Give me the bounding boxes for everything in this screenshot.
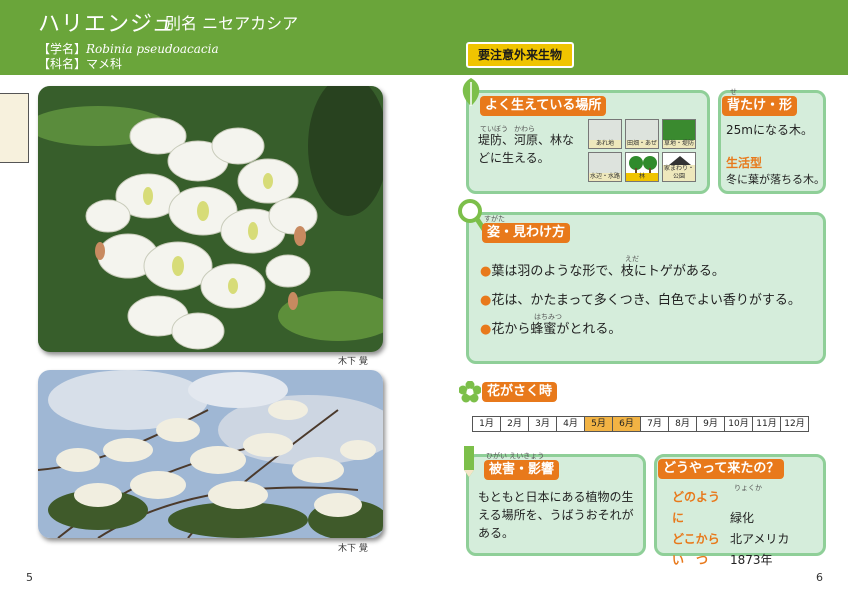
origin-row-when: い つ 1873年 <box>672 550 789 571</box>
species-alias: 別名 ニセアカシア <box>165 14 299 33</box>
wasteland-icon: あれ地 <box>588 119 622 149</box>
tree-blossoms-image <box>38 370 383 538</box>
month-7: 7月 <box>640 416 669 432</box>
forest-icon: 林 <box>625 152 659 182</box>
grassland-label: 草地・堤防 <box>663 140 695 148</box>
month-9: 9月 <box>696 416 725 432</box>
month-1: 1月 <box>472 416 501 432</box>
month-11: 11月 <box>752 416 781 432</box>
origin-key-when: い つ <box>672 553 709 567</box>
month-10: 10月 <box>724 416 753 432</box>
house-label: 家まわり・公園 <box>663 165 695 181</box>
habitat-text: 堤防、河原、林などに生える。 <box>478 133 575 165</box>
flowers-closeup-image <box>38 86 383 352</box>
size-title: 背たけ・形 <box>722 96 798 116</box>
appearance-bullet-3: ●花から蜂蜜がとれる。 <box>480 318 621 337</box>
warning-badge: 要注意外来生物 <box>466 42 574 68</box>
origin-value-where: 北アメリカ <box>730 532 790 546</box>
origin-title: どうやって来たの？ <box>658 459 785 479</box>
waterside-label: 水辺・水路 <box>589 173 621 181</box>
month-6: 6月 <box>612 416 641 432</box>
damage-title: 被害・影響 <box>484 460 560 480</box>
appearance-bullet-1: ●葉は羽のような形で、枝にトゲがある。 <box>480 260 725 279</box>
origin-row-how: どのように 緑化 <box>672 487 789 529</box>
bullet-dot: ● <box>480 322 492 337</box>
origin-key-how: どのように <box>672 490 721 525</box>
bullet-dot: ● <box>480 264 492 279</box>
species-title: ハリエンジュ <box>38 12 175 37</box>
origin-row-where: どこから 北アメリカ <box>672 529 789 550</box>
month-2: 2月 <box>500 416 529 432</box>
month-5: 5月 <box>584 416 613 432</box>
flowering-title: 花がさく時 <box>482 382 558 402</box>
waterside-icon: 水辺・水路 <box>588 152 622 182</box>
scientific-label: 【学名】 <box>38 42 87 56</box>
tree-icon <box>629 156 657 174</box>
scientific-name: Robinia pseudoacacia <box>86 42 219 56</box>
bullet-text-1: 葉は羽のような形で、枝にトゲがある。 <box>491 264 725 279</box>
appearance-bullet-2: ●花は、かたまって多くつき、白色でよい香りがする。 <box>480 289 801 308</box>
bullet-text-3: 花から蜂蜜がとれる。 <box>491 322 622 337</box>
month-12: 12月 <box>780 416 809 432</box>
field-label: 田畑・あぜ <box>626 140 658 148</box>
appearance-title: 姿・見わけ方 <box>482 223 571 243</box>
photo-credit-1: 木下 覺 <box>338 357 368 367</box>
month-3: 3月 <box>528 416 557 432</box>
month-bar: 1月 2月 3月 4月 5月 6月 7月 8月 9月 10月 11月 12月 <box>472 416 809 432</box>
photo-tree-blossoms <box>38 370 383 538</box>
habitat-title: よく生えている場所 <box>480 96 607 116</box>
origin-value-how: 緑化 <box>730 511 755 525</box>
side-tab <box>0 93 29 163</box>
bullet-text-2: 花は、かたまって多くつき、白色でよい香りがする。 <box>491 293 801 308</box>
lifeform-text: 冬に葉が落ちる木。 <box>726 173 825 186</box>
bullet-dot: ● <box>480 293 492 308</box>
family-name: マメ科 <box>86 57 123 71</box>
flower-icon <box>459 381 481 403</box>
photo-credit-2: 木下 覺 <box>338 544 368 554</box>
page-number-left: 5 <box>26 571 33 584</box>
month-8: 8月 <box>668 416 697 432</box>
forest-label: 林 <box>626 173 658 181</box>
size-text: 25mになる木。 <box>726 123 813 137</box>
origin-rows: どのように 緑化 どこから 北アメリカ い つ 1873年 <box>672 487 789 571</box>
photo-flowers-closeup <box>38 86 383 352</box>
pencil-icon <box>464 446 474 477</box>
lifeform-title: 生活型 <box>726 156 763 170</box>
month-4: 4月 <box>556 416 585 432</box>
family-label: 【科名】 <box>38 57 87 71</box>
grassland-icon: 草地・堤防 <box>662 119 696 149</box>
origin-value-when: 1873年 <box>730 553 773 567</box>
wasteland-label: あれ地 <box>589 140 621 148</box>
damage-text: もともと日本にある植物の生える場所を、うばうおそれがある。 <box>478 490 634 540</box>
page-number-right: 6 <box>816 571 823 584</box>
species-meta: 【学名】Robinia pseudoacacia 【科名】マメ科 <box>38 42 219 72</box>
field-icon: 田畑・あぜ <box>625 119 659 149</box>
house-icon: 家まわり・公園 <box>662 152 696 182</box>
habitat-icon-grid: あれ地 田畑・あぜ 草地・堤防 水辺・水路 林 家まわり・公園 <box>588 119 696 182</box>
origin-key-where: どこから <box>672 532 720 546</box>
